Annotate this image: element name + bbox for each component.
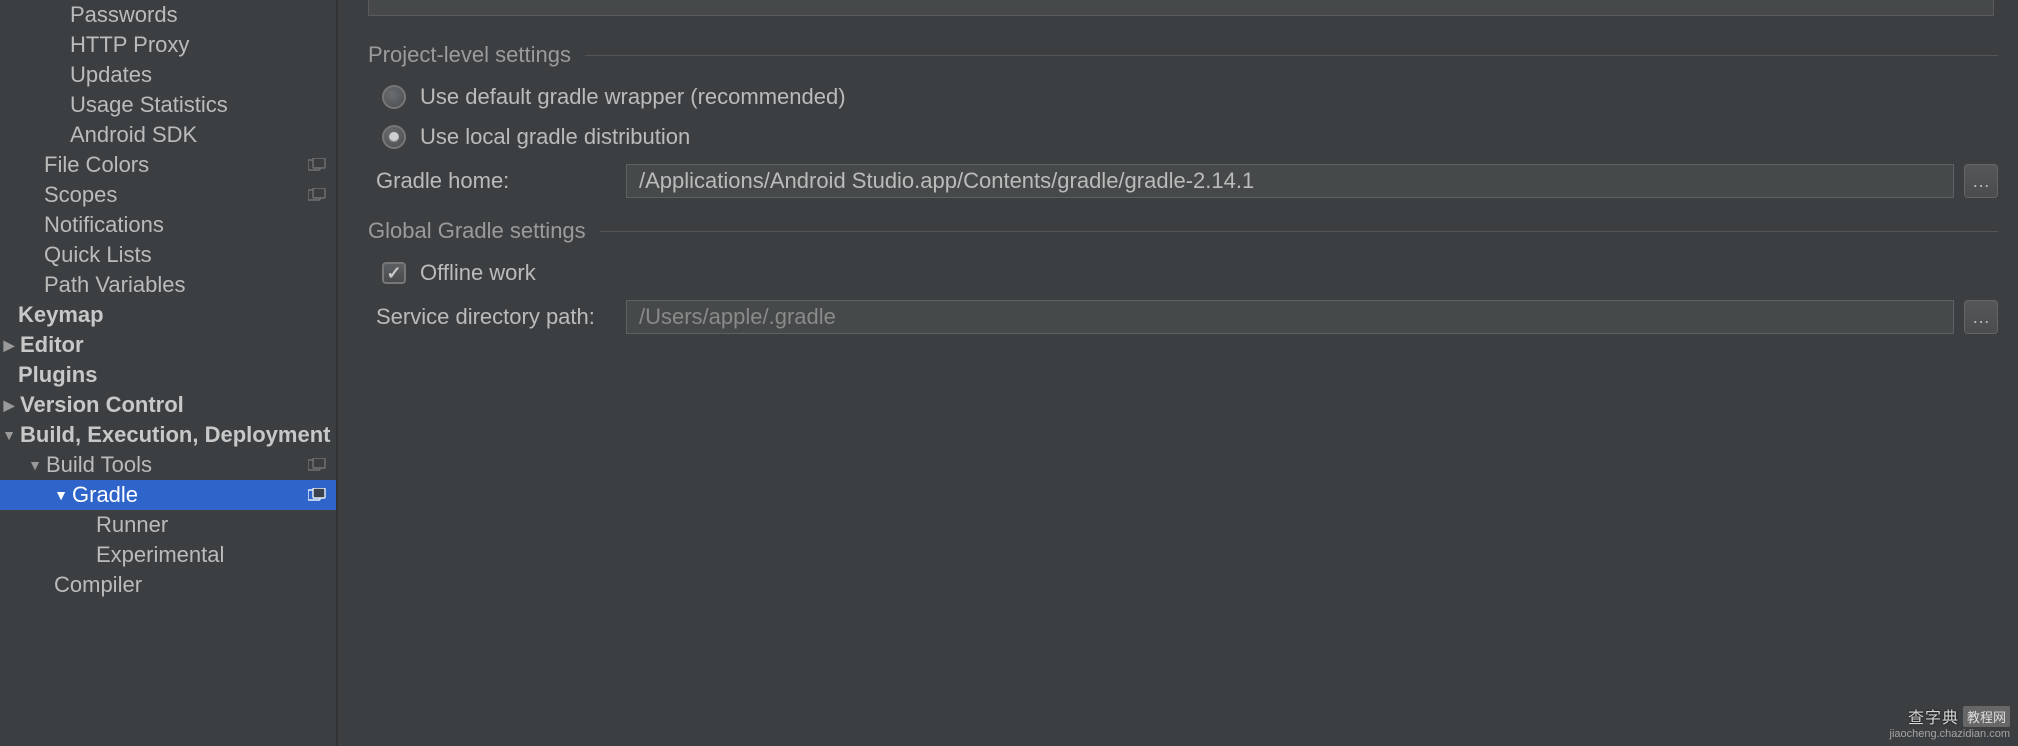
radio-local-distribution-row[interactable]: Use local gradle distribution xyxy=(382,124,1998,150)
sidebar-item-scopes[interactable]: Scopes xyxy=(0,180,336,210)
sidebar-item-http-proxy[interactable]: HTTP Proxy xyxy=(0,30,336,60)
sidebar-item-build-tools[interactable]: ▼Build Tools xyxy=(0,450,336,480)
section-label: Project-level settings xyxy=(368,42,571,68)
sidebar-item-gradle[interactable]: ▼Gradle xyxy=(0,480,336,510)
chevron-down-icon[interactable]: ▼ xyxy=(54,487,68,503)
watermark-text: 查字典 xyxy=(1908,704,1959,728)
browse-button[interactable]: … xyxy=(1964,300,1998,334)
sidebar-item-updates[interactable]: Updates xyxy=(0,60,336,90)
settings-sidebar: Passwords HTTP Proxy Updates Usage Statisti… xyxy=(0,0,338,746)
section-label: Global Gradle settings xyxy=(368,218,586,244)
gradle-home-input[interactable] xyxy=(626,164,1954,198)
section-divider xyxy=(585,55,1998,56)
radio-label: Use local gradle distribution xyxy=(420,124,690,150)
gradle-home-row: Gradle home: … xyxy=(376,164,1998,198)
chevron-right-icon[interactable]: ▶ xyxy=(2,397,16,414)
sidebar-item-android-sdk[interactable]: Android SDK xyxy=(0,120,336,150)
sidebar-item-plugins[interactable]: Plugins xyxy=(0,360,336,390)
watermark-tag: 教程网 xyxy=(1963,706,2010,727)
sidebar-item-label: Notifications xyxy=(44,212,164,238)
sidebar-item-label: Plugins xyxy=(18,362,97,388)
sidebar-item-runner[interactable]: Runner xyxy=(0,510,336,540)
sidebar-item-notifications[interactable]: Notifications xyxy=(0,210,336,240)
sidebar-item-label: Scopes xyxy=(44,182,117,208)
sidebar-item-label: Version Control xyxy=(20,392,184,418)
sidebar-item-version-control[interactable]: ▶Version Control xyxy=(0,390,336,420)
sidebar-item-label: Editor xyxy=(20,332,84,358)
sidebar-item-keymap[interactable]: Keymap xyxy=(0,300,336,330)
sidebar-item-path-variables[interactable]: Path Variables xyxy=(0,270,336,300)
sidebar-item-label: Compiler xyxy=(54,572,142,598)
sidebar-item-label: Passwords xyxy=(70,2,178,28)
sidebar-item-usage-statistics[interactable]: Usage Statistics xyxy=(0,90,336,120)
sidebar-item-label: Updates xyxy=(70,62,152,88)
sidebar-item-passwords[interactable]: Passwords xyxy=(0,0,336,30)
sidebar-item-label: Build, Execution, Deployment xyxy=(20,422,330,448)
section-global: Global Gradle settings xyxy=(368,218,1998,244)
project-scope-icon xyxy=(308,488,326,502)
sidebar-item-label: Android SDK xyxy=(70,122,197,148)
checkbox-label: Offline work xyxy=(420,260,536,286)
watermark: 查字典 教程网 jiaocheng.chazidian.com xyxy=(1890,704,2010,740)
service-dir-input[interactable] xyxy=(626,300,1954,334)
linked-projects-box xyxy=(368,0,1994,16)
sidebar-item-label: Usage Statistics xyxy=(70,92,228,118)
chevron-down-icon[interactable]: ▼ xyxy=(2,427,16,443)
sidebar-item-label: HTTP Proxy xyxy=(70,32,189,58)
sidebar-item-compiler[interactable]: Compiler xyxy=(0,570,336,600)
radio-icon[interactable] xyxy=(382,85,406,109)
offline-work-row[interactable]: Offline work xyxy=(382,260,1998,286)
settings-main: Project-level settings Use default gradl… xyxy=(338,0,2018,746)
watermark-sub: jiaocheng.chazidian.com xyxy=(1890,728,2010,740)
project-scope-icon xyxy=(308,458,326,472)
radio-default-wrapper-row[interactable]: Use default gradle wrapper (recommended) xyxy=(382,84,1998,110)
sidebar-item-editor[interactable]: ▶Editor xyxy=(0,330,336,360)
sidebar-item-label: Experimental xyxy=(96,542,224,568)
sidebar-item-label: File Colors xyxy=(44,152,149,178)
project-scope-icon xyxy=(308,188,326,202)
field-label: Gradle home: xyxy=(376,168,626,194)
sidebar-item-label: Quick Lists xyxy=(44,242,152,268)
sidebar-item-experimental[interactable]: Experimental xyxy=(0,540,336,570)
sidebar-item-label: Runner xyxy=(96,512,168,538)
project-scope-icon xyxy=(308,158,326,172)
sidebar-item-label: Gradle xyxy=(72,482,138,508)
service-dir-row: Service directory path: … xyxy=(376,300,1998,334)
chevron-right-icon[interactable]: ▶ xyxy=(2,337,16,354)
browse-button[interactable]: … xyxy=(1964,164,1998,198)
checkbox-icon[interactable] xyxy=(382,262,406,284)
sidebar-item-label: Keymap xyxy=(18,302,104,328)
section-project-level: Project-level settings xyxy=(368,42,1998,68)
sidebar-item-quick-lists[interactable]: Quick Lists xyxy=(0,240,336,270)
sidebar-item-file-colors[interactable]: File Colors xyxy=(0,150,336,180)
sidebar-item-label: Build Tools xyxy=(46,452,152,478)
radio-icon[interactable] xyxy=(382,125,406,149)
chevron-down-icon[interactable]: ▼ xyxy=(28,457,42,473)
sidebar-item-build-execution-deployment[interactable]: ▼Build, Execution, Deployment xyxy=(0,420,336,450)
sidebar-item-label: Path Variables xyxy=(44,272,185,298)
field-label: Service directory path: xyxy=(376,304,626,330)
section-divider xyxy=(600,231,1998,232)
radio-label: Use default gradle wrapper (recommended) xyxy=(420,84,846,110)
